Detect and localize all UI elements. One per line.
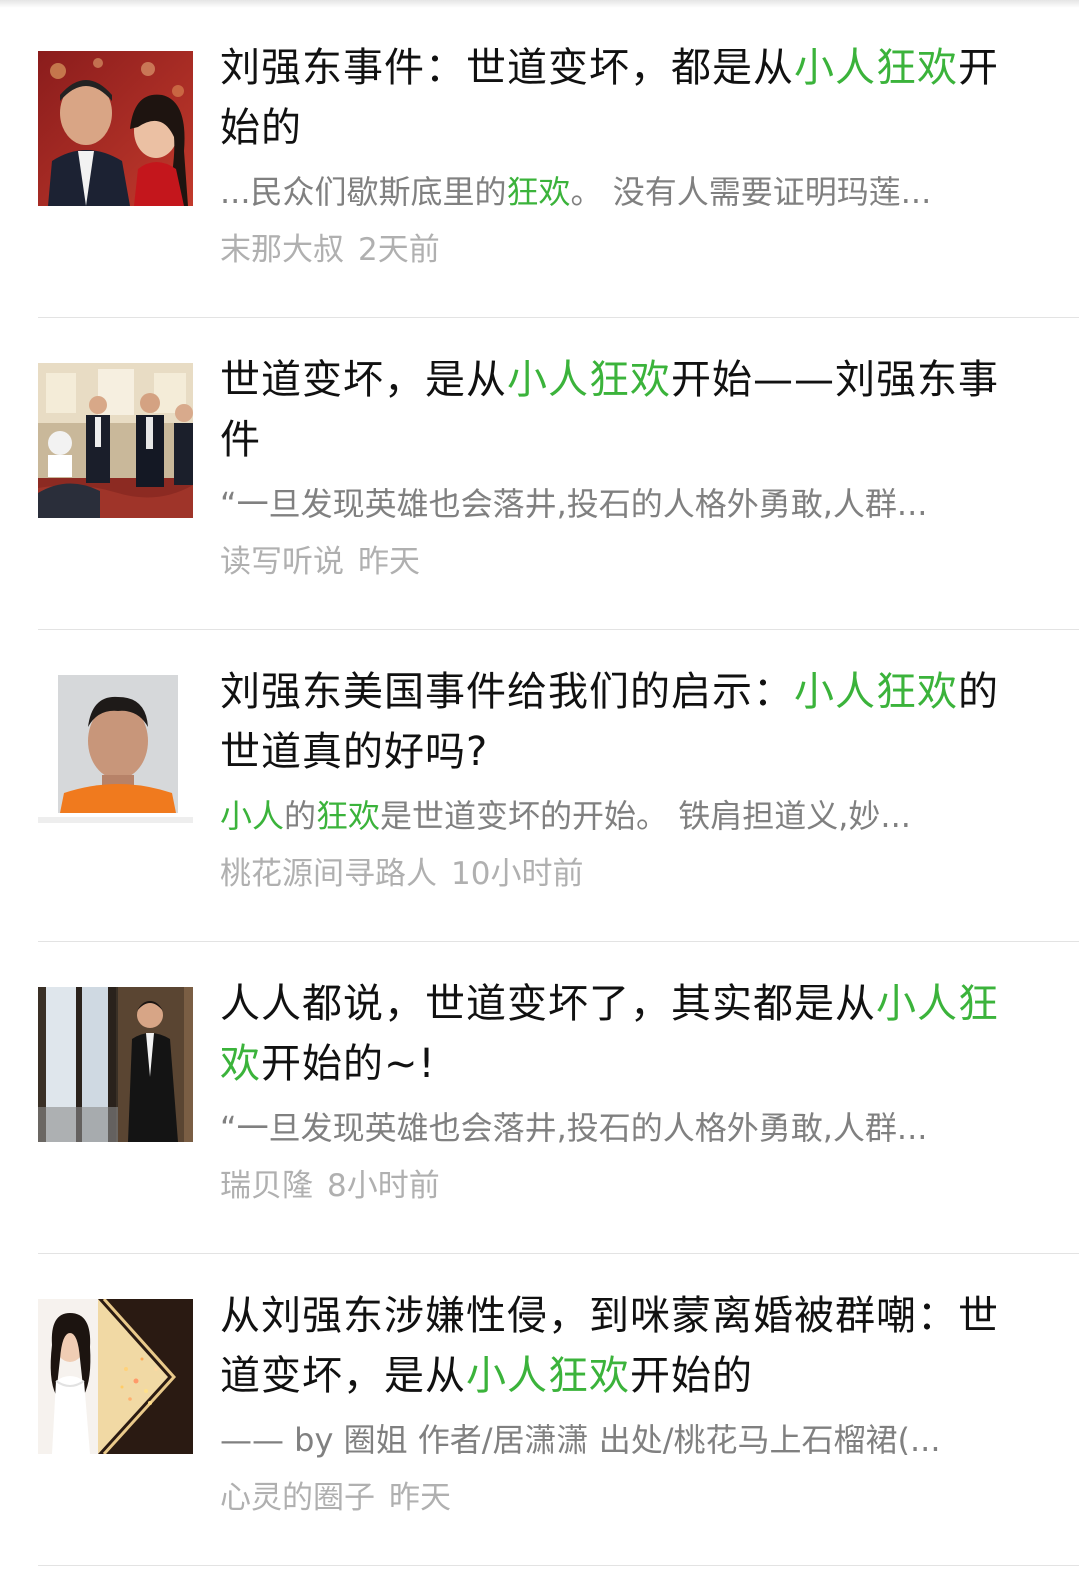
text-segment: “一旦发现英雄也会落井,投石的人格外勇敢,人群... [220, 1109, 928, 1147]
mugshot-thumbnail-icon [38, 675, 193, 830]
highlighted-keyword: 小人 [220, 797, 285, 835]
result-time-2: 昨天 [358, 544, 420, 580]
result-title-1[interactable]: 刘强东事件：世道变坏，都是从小人狂欢开始的 [220, 38, 1020, 158]
result-source-2: 读写听说 [220, 544, 344, 580]
result-source-5: 心灵的圈子 [220, 1480, 375, 1516]
highlighted-keyword: 狂欢 [316, 797, 381, 835]
result-title-2[interactable]: 世道变坏，是从小人狂欢开始——刘强东事件 [220, 350, 1020, 470]
result-snippet-2: “一旦发现英雄也会落井,投石的人格外勇敢,人群... [220, 482, 1020, 526]
result-source-1: 末那大叔 [220, 232, 344, 268]
text-segment: 的 [284, 797, 317, 835]
text-segment: ...民众们歇斯底里的 [220, 173, 507, 211]
meeting-photo-thumbnail-icon [38, 363, 193, 518]
result-item-3[interactable]: 刘强东美国事件给我们的启示：小人狂欢的世道真的好吗? 小人的狂欢是世道变坏的开始… [38, 630, 1079, 942]
result-time-5: 昨天 [389, 1480, 451, 1516]
result-time-1: 2天前 [358, 232, 440, 268]
text-segment: 刘强东美国事件给我们的启示： [220, 669, 794, 715]
text-segment: —— by 圈姐 作者/居潇潇 出处/桃花马上石榴裙(... [220, 1421, 941, 1459]
result-source-3: 桃花源间寻路人 [220, 856, 437, 892]
text-segment: “一旦发现英雄也会落井,投石的人格外勇敢,人群... [220, 485, 928, 523]
result-meta-2: 读写听说 昨天 [220, 540, 1020, 584]
text-segment: 人人都说，世道变坏了，其实都是从 [220, 981, 876, 1027]
result-title-3[interactable]: 刘强东美国事件给我们的启示：小人狂欢的世道真的好吗? [220, 662, 1020, 782]
result-time-4: 8小时前 [327, 1168, 440, 1204]
result-meta-3: 桃花源间寻路人 10小时前 [220, 852, 1020, 896]
result-snippet-5: —— by 圈姐 作者/居潇潇 出处/桃花马上石榴裙(... [220, 1418, 1020, 1462]
result-thumbnail-3[interactable] [38, 675, 193, 830]
highlighted-keyword: 小人狂欢 [794, 669, 958, 715]
result-meta-5: 心灵的圈子 昨天 [220, 1476, 1020, 1520]
result-content-3[interactable]: 刘强东美国事件给我们的启示：小人狂欢的世道真的好吗? 小人的狂欢是世道变坏的开始… [220, 662, 1020, 896]
result-item-1[interactable]: 刘强东事件：世道变坏，都是从小人狂欢开始的 ...民众们歇斯底里的狂欢。 没有人… [38, 0, 1079, 318]
result-time-3: 10小时前 [451, 856, 584, 892]
result-item-4[interactable]: 人人都说，世道变坏了，其实都是从小人狂欢开始的~! “一旦发现英雄也会落井,投石… [38, 942, 1079, 1254]
text-segment: 是世道变坏的开始。 铁肩担道义,妙... [380, 797, 911, 835]
result-item-2[interactable]: 世道变坏，是从小人狂欢开始——刘强东事件 “一旦发现英雄也会落井,投石的人格外勇… [38, 318, 1079, 630]
result-snippet-4: “一旦发现英雄也会落井,投石的人格外勇敢,人群... [220, 1106, 1020, 1150]
result-thumbnail-5[interactable] [38, 1299, 193, 1454]
text-segment: 开始的~! [261, 1041, 436, 1087]
text-segment: 世道变坏，是从 [220, 357, 507, 403]
text-segment: 刘强东事件：世道变坏，都是从 [220, 45, 794, 91]
highlighted-keyword: 小人狂欢 [794, 45, 958, 91]
couple-photo-thumbnail-icon [38, 51, 193, 206]
result-content-1[interactable]: 刘强东事件：世道变坏，都是从小人狂欢开始的 ...民众们歇斯底里的狂欢。 没有人… [220, 38, 1020, 272]
result-item-5[interactable]: 从刘强东涉嫌性侵，到咪蒙离婚被群嘲：世道变坏，是从小人狂欢开始的 —— by 圈… [38, 1254, 1079, 1566]
result-thumbnail-4[interactable] [38, 987, 193, 1142]
result-thumbnail-2[interactable] [38, 363, 193, 518]
search-results-list: 刘强东事件：世道变坏，都是从小人狂欢开始的 ...民众们歇斯底里的狂欢。 没有人… [0, 0, 1079, 1566]
result-content-2[interactable]: 世道变坏，是从小人狂欢开始——刘强东事件 “一旦发现英雄也会落井,投石的人格外勇… [220, 350, 1020, 584]
result-title-5[interactable]: 从刘强东涉嫌性侵，到咪蒙离婚被群嘲：世道变坏，是从小人狂欢开始的 [220, 1286, 1020, 1406]
result-content-5[interactable]: 从刘强东涉嫌性侵，到咪蒙离婚被群嘲：世道变坏，是从小人狂欢开始的 —— by 圈… [220, 1286, 1020, 1520]
man-at-window-thumbnail-icon [38, 987, 193, 1142]
result-meta-4: 瑞贝隆 8小时前 [220, 1164, 1020, 1208]
result-thumbnail-1[interactable] [38, 51, 193, 206]
result-title-4[interactable]: 人人都说，世道变坏了，其实都是从小人狂欢开始的~! [220, 974, 1020, 1094]
text-segment: 开始的 [630, 1353, 753, 1399]
result-snippet-1: ...民众们歇斯底里的狂欢。 没有人需要证明玛莲... [220, 170, 1020, 214]
result-snippet-3: 小人的狂欢是世道变坏的开始。 铁肩担道义,妙... [220, 794, 1020, 838]
highlighted-keyword: 小人狂欢 [466, 1353, 630, 1399]
text-segment: 。 没有人需要证明玛莲... [570, 173, 932, 211]
highlighted-keyword: 小人狂欢 [507, 357, 671, 403]
result-content-4[interactable]: 人人都说，世道变坏了，其实都是从小人狂欢开始的~! “一旦发现英雄也会落井,投石… [220, 974, 1020, 1208]
result-source-4: 瑞贝隆 [220, 1168, 313, 1204]
woman-portrait-thumbnail-icon [38, 1299, 193, 1454]
highlighted-keyword: 狂欢 [506, 173, 571, 211]
result-meta-1: 末那大叔 2天前 [220, 228, 1020, 272]
